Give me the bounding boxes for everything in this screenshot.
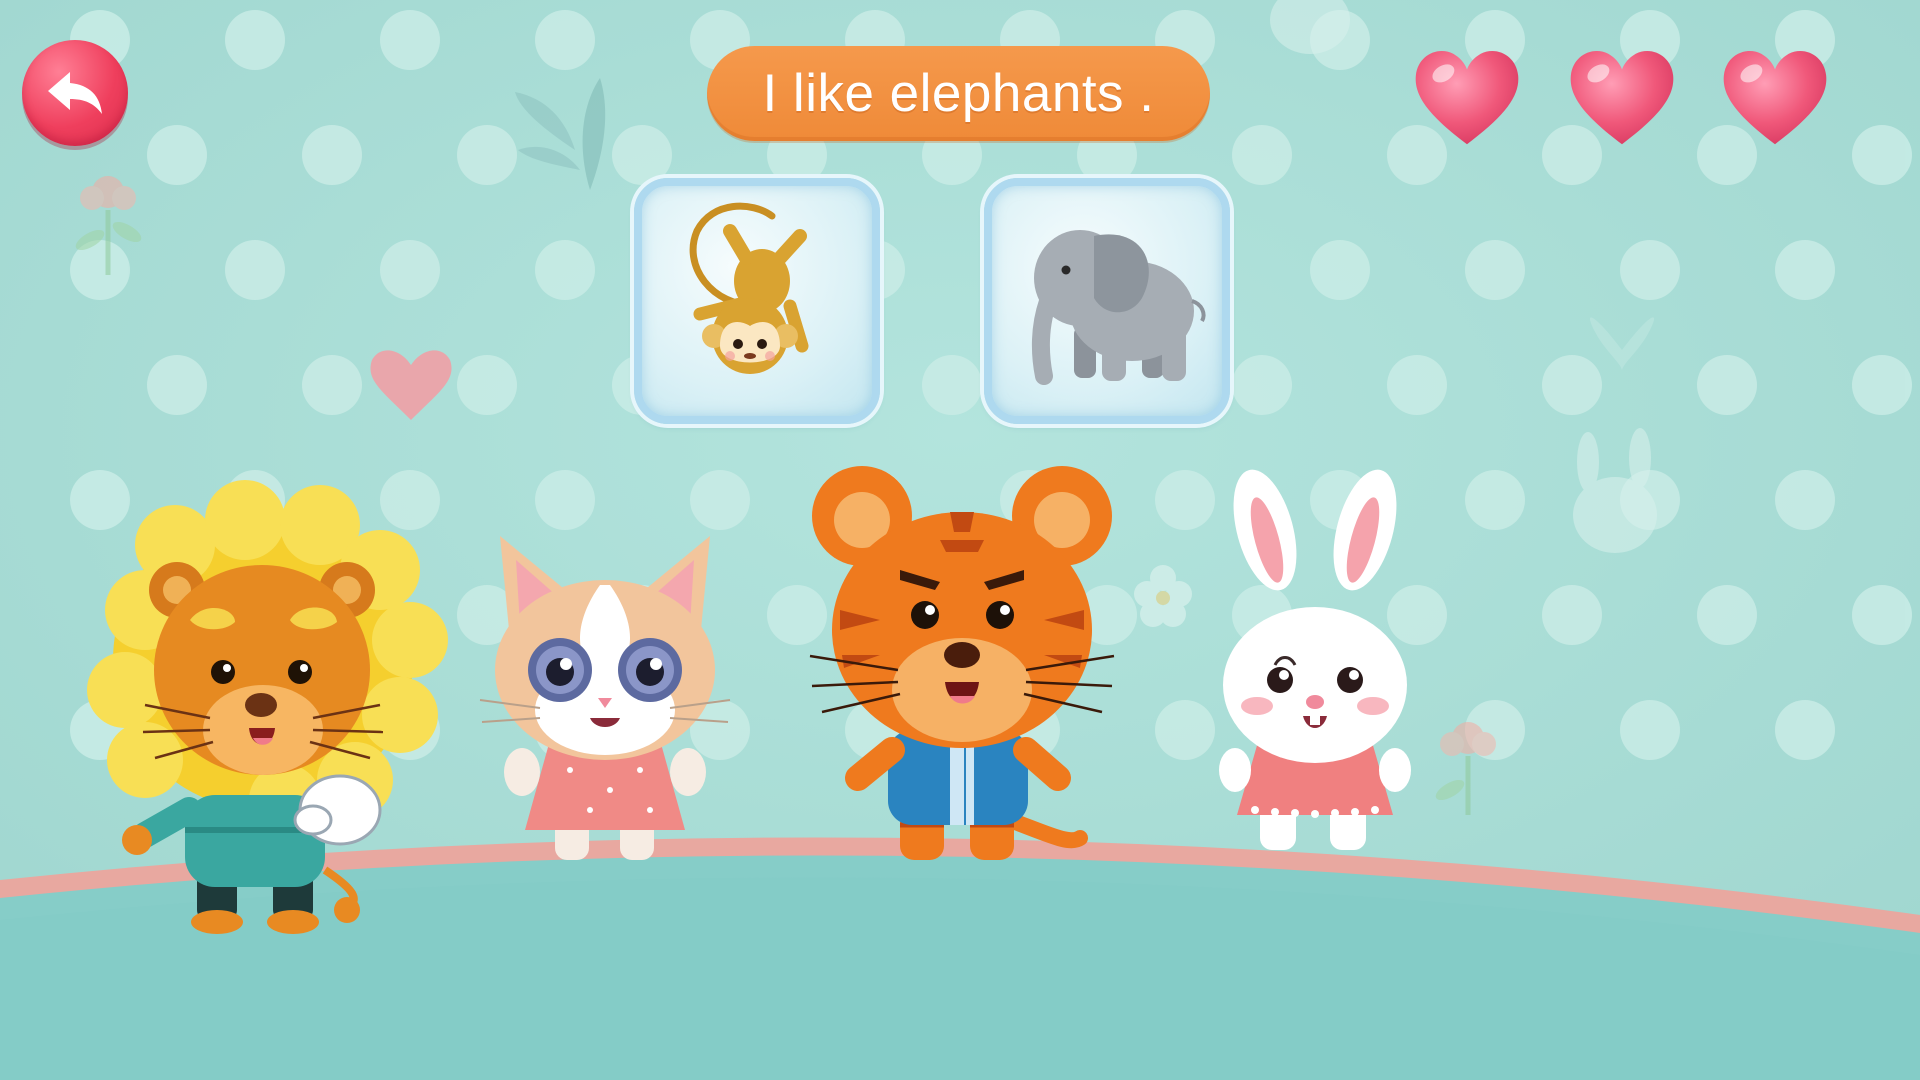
sentence-banner: I like elephants . [707,46,1210,141]
heart-icon [1408,38,1526,156]
tiger-character[interactable] [800,460,1130,870]
back-arrow-icon [48,72,102,114]
cat-character[interactable] [479,530,740,870]
elephant-icon [1031,230,1206,385]
rabbit-character[interactable] [1205,469,1435,870]
heart-icon [1716,38,1834,156]
elephant-choice-card[interactable] [984,178,1230,424]
monkey-choice-card[interactable] [634,178,880,424]
lion-character[interactable] [85,480,448,940]
sentence-text: I like elephants . [762,64,1155,123]
back-button[interactable] [22,40,128,146]
monkey-icon [689,202,809,374]
heart-icon [1563,38,1681,156]
